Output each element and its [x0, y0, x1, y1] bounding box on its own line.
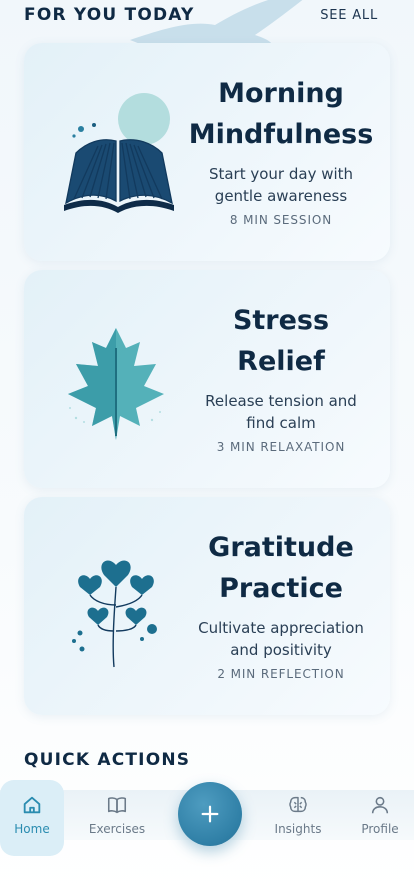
home-icon: [23, 796, 41, 814]
card-text: Stress Relief Release tension and find c…: [184, 300, 378, 454]
user-icon: [371, 796, 389, 814]
card-meta: 8 MIN SESSION: [229, 213, 333, 227]
card-title-line1: Morning: [218, 78, 344, 109]
card-subtitle-line1: Release tension and: [205, 392, 357, 410]
for-you-header: FOR YOU TODAY SEE ALL: [24, 4, 378, 26]
card-stress-relief[interactable]: Stress Relief Release tension and find c…: [24, 270, 390, 488]
tab-exercises[interactable]: Exercises: [85, 790, 149, 850]
card-title-line1: Gratitude: [208, 532, 354, 563]
card-subtitle-line2: find calm: [246, 414, 316, 432]
tab-label: Insights: [274, 822, 322, 836]
quick-actions-title: QUICK ACTIONS: [24, 750, 191, 770]
open-book-icon: [64, 93, 174, 213]
card-subtitle-line1: Start your day with: [208, 165, 354, 183]
card-text: Gratitude Practice Cultivate appreciatio…: [184, 527, 378, 681]
maple-leaf-icon: [68, 328, 164, 440]
card-morning-mindfulness[interactable]: Morning Mindfulness Start your day with …: [24, 43, 390, 261]
card-subtitle-line2: gentle awareness: [214, 187, 348, 205]
card-subtitle-line1: Cultivate appreciation: [198, 619, 364, 637]
tab-insights[interactable]: Insights: [266, 790, 330, 850]
book-icon: [107, 797, 127, 814]
tab-home[interactable]: Home: [0, 780, 64, 856]
add-button[interactable]: [178, 782, 242, 846]
card-subtitle-line2: and positivity: [230, 641, 332, 659]
card-meta: 2 MIN REFLECTION: [217, 667, 345, 681]
card-title-line2: Practice: [219, 573, 343, 604]
card-meta: 3 MIN RELAXATION: [216, 440, 346, 454]
card-gratitude-practice[interactable]: Gratitude Practice Cultivate appreciatio…: [24, 497, 390, 715]
plus-icon: [201, 805, 219, 823]
brain-icon: [289, 796, 307, 813]
see-all-link[interactable]: SEE ALL: [320, 8, 378, 23]
tab-profile[interactable]: Profile: [348, 790, 412, 850]
card-title-line2: Relief: [237, 346, 325, 377]
card-title-line1: Stress: [232, 305, 330, 336]
heart-flower-icon: [72, 560, 157, 668]
tab-label: Profile: [361, 822, 399, 836]
tab-label: Home: [14, 822, 50, 836]
card-title-line2: Mindfulness: [188, 119, 374, 150]
card-text: Morning Mindfulness Start your day with …: [184, 73, 378, 227]
tab-label: Exercises: [88, 822, 146, 836]
section-title: FOR YOU TODAY: [24, 5, 195, 25]
